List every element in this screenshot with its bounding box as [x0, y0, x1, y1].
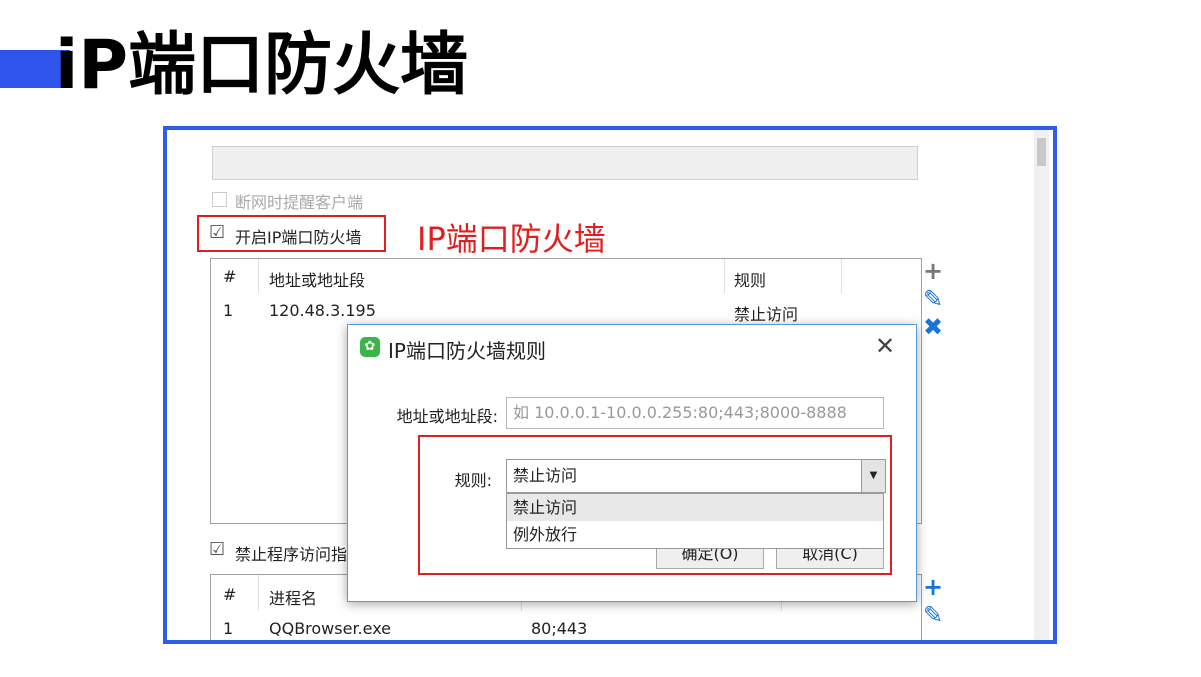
dialog-title: IP端口防火墙规则 [388, 339, 546, 363]
delete-rule-button[interactable]: ✖ [920, 314, 946, 340]
col-header-address: 地址或地址段 [269, 271, 366, 290]
rule-select-value: 禁止访问 [513, 466, 578, 485]
block-program-checkbox[interactable]: ☑ [209, 539, 225, 560]
row-num[interactable]: 1 [223, 301, 233, 320]
address-input[interactable]: 如 10.0.0.1-10.0.0.255:80;443;8000-8888 [506, 397, 884, 429]
column-separator [724, 259, 725, 293]
close-icon[interactable]: ✕ [870, 331, 900, 361]
text-field-disabled [212, 146, 918, 180]
pencil-icon: ✎ [922, 285, 944, 313]
chevron-down-icon[interactable]: ▼ [861, 460, 885, 492]
row-process[interactable]: QQBrowser.exe [269, 619, 391, 638]
rule-dropdown-list: 禁止访问 例外放行 [506, 493, 884, 549]
scrollbar-thumb[interactable] [1037, 138, 1046, 166]
pencil-icon: ✎ [922, 601, 944, 629]
column-separator [258, 575, 259, 611]
dropdown-option-allow[interactable]: 例外放行 [507, 521, 883, 548]
edit-program-button[interactable]: ✎ [920, 602, 946, 628]
enable-label: 开启IP端口防火墙 [235, 228, 362, 247]
rule-label: 规则: [454, 471, 492, 490]
row-ports[interactable]: 80;443 [531, 619, 587, 638]
address-label: 地址或地址段: [396, 407, 498, 426]
rule-select[interactable]: 禁止访问 ▼ [506, 459, 886, 493]
row-rule[interactable]: 禁止访问 [734, 301, 798, 325]
add-rule-button[interactable]: + [920, 258, 946, 284]
notify-checkbox[interactable] [212, 192, 227, 207]
app-icon: ✿ [360, 337, 380, 357]
scrollbar[interactable] [1034, 130, 1049, 640]
add-program-button[interactable]: + [920, 574, 946, 600]
row-num[interactable]: 1 [223, 619, 233, 638]
edit-rule-button[interactable]: ✎ [920, 286, 946, 312]
close-icon: ✖ [922, 313, 944, 341]
notify-label: 断网时提醒客户端 [235, 193, 364, 212]
dropdown-option-block[interactable]: 禁止访问 [507, 494, 883, 521]
rule-dialog: ✿ IP端口防火墙规则 ✕ 地址或地址段: 如 10.0.0.1-10.0.0.… [347, 324, 917, 602]
plus-icon: + [922, 573, 944, 601]
column-separator [258, 259, 259, 293]
column-separator [841, 259, 842, 293]
plus-icon: + [922, 257, 944, 285]
col-header-num: # [223, 585, 237, 604]
slide-title: iP端口防火墙 [55, 26, 469, 105]
screenshot-frame: 断网时提醒客户端 ☑ 开启IP端口防火墙 IP端口防火墙 # 地址或地址段 规则… [163, 126, 1057, 644]
row-address[interactable]: 120.48.3.195 [269, 301, 376, 320]
col-header-num: # [223, 267, 237, 286]
col-header-process: 进程名 [269, 589, 318, 608]
enable-checkbox[interactable]: ☑ [209, 222, 225, 243]
block-program-label: 禁止程序访问指 [235, 545, 348, 564]
col-header-rule: 规则 [734, 271, 767, 290]
annotation-text: IP端口防火墙 [417, 220, 606, 258]
